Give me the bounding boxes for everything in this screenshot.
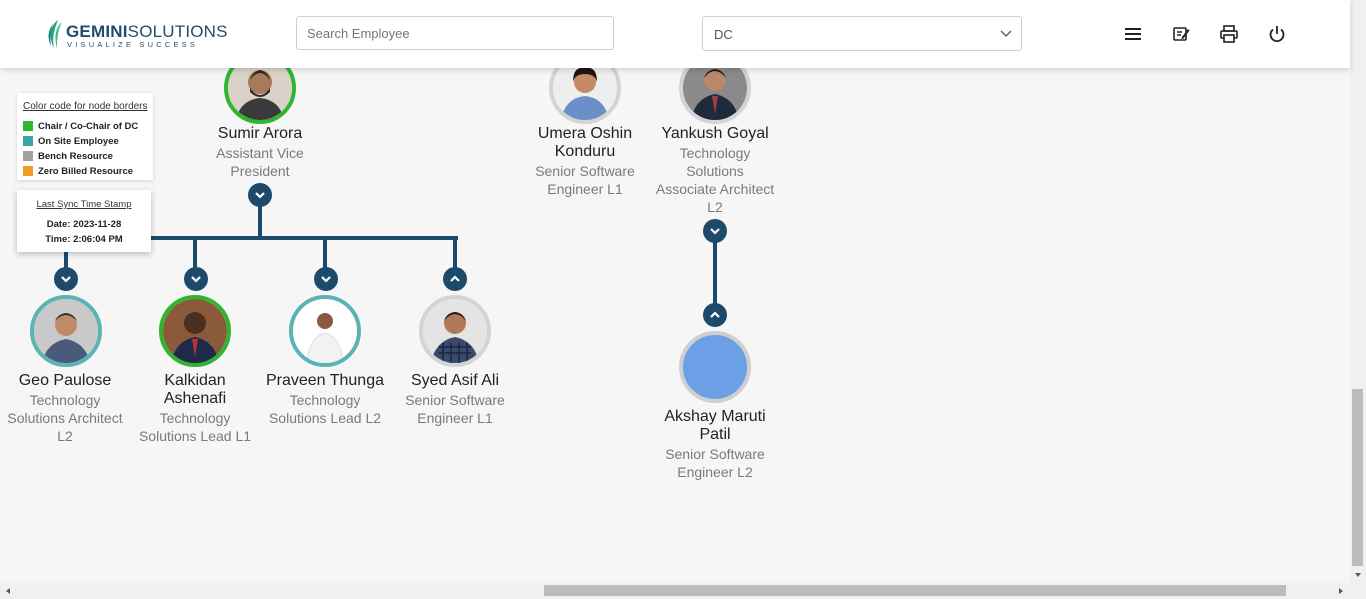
collapse-toggle-akshay[interactable]: [703, 303, 727, 327]
chevron-down-icon: [255, 192, 265, 199]
logo-brand-text: GEMINISOLUTIONS: [66, 22, 228, 41]
scroll-left-arrow-icon[interactable]: [4, 587, 12, 595]
org-chart-canvas[interactable]: Sumir Arora Assistant Vice President Ume…: [0, 52, 1350, 583]
node-title-akshay-line1: Senior Software: [665, 446, 765, 462]
chevron-up-icon: [710, 311, 720, 318]
scroll-down-arrow-icon[interactable]: [1354, 571, 1362, 579]
node-title-kalkidan-line1: Technology: [159, 410, 231, 426]
connector-kalkidan: [193, 236, 197, 268]
department-select[interactable]: DC: [702, 16, 1022, 51]
node-title-yankush-line3: Associate Architect: [655, 181, 775, 197]
node-name-kalkidan-line2: Ashenafi: [163, 390, 227, 407]
legend-item-zero-billed: Zero Billed Resource: [23, 165, 133, 177]
avatar-syed[interactable]: [419, 295, 491, 367]
node-title-geo-line3: L2: [57, 428, 73, 444]
node-title-praveen-line1: Technology: [289, 392, 361, 408]
avatar-akshay[interactable]: [679, 331, 751, 403]
sync-date: Date: 2023-11-28: [46, 219, 122, 230]
horizontal-scrollbar-thumb[interactable]: [544, 585, 1286, 596]
print-icon[interactable]: [1219, 24, 1239, 44]
node-title-yankush-line2: Solutions: [686, 163, 744, 179]
legend-title: Color code for node borders: [23, 101, 148, 112]
node-name-umera-line1: Umera Oshin: [537, 125, 633, 142]
avatar-kalkidan[interactable]: [159, 295, 231, 367]
chevron-down-icon: [710, 228, 720, 235]
top-header: GEMINISOLUTIONS VISUALIZE SUCCESS DC: [0, 0, 1350, 68]
node-name-geo: Geo Paulose: [18, 372, 112, 389]
node-title-akshay-line2: Engineer L2: [677, 464, 753, 480]
legend-item-bench: Bench Resource: [23, 150, 113, 162]
legend-item-onsite: On Site Employee: [23, 135, 119, 147]
node-name-praveen: Praveen Thunga: [265, 372, 384, 389]
node-title-yankush-line4: L2: [707, 199, 723, 215]
node-title-syed-line1: Senior Software: [405, 392, 505, 408]
person-photo-icon: [293, 299, 357, 363]
logo-leaf-icon: [48, 20, 62, 48]
node-name-yankush: Yankush Goyal: [661, 125, 769, 142]
person-photo-icon: [34, 299, 98, 363]
sync-title: Last Sync Time Stamp: [36, 199, 132, 210]
legend-swatch: [23, 151, 33, 161]
node-name-akshay-line1: Akshay Maruti: [664, 408, 766, 425]
node-title-geo-line2: Solutions Architect: [7, 410, 123, 426]
chevron-down-icon: [61, 276, 71, 283]
legend-item-chair: Chair / Co-Chair of DC: [23, 120, 138, 132]
person-photo-icon: [423, 299, 487, 363]
chevron-down-icon: [321, 276, 331, 283]
avatar-praveen[interactable]: [289, 295, 361, 367]
collapse-toggle-sumir[interactable]: [248, 183, 272, 207]
node-name-akshay-line2: Patil: [699, 426, 731, 443]
expand-toggle-geo[interactable]: [54, 267, 78, 291]
scroll-right-arrow-icon[interactable]: [1337, 587, 1345, 595]
node-title-praveen-line2: Solutions Lead L2: [268, 410, 382, 426]
node-name-syed: Syed Asif Ali: [410, 372, 500, 389]
connector-praveen: [323, 236, 327, 268]
sync-time: Time: 2:06:04 PM: [45, 234, 123, 245]
legend-swatch: [23, 136, 33, 146]
collapse-toggle-syed[interactable]: [443, 267, 467, 291]
avatar-geo[interactable]: [30, 295, 102, 367]
expand-toggle-praveen[interactable]: [314, 267, 338, 291]
logo-tagline: VISUALIZE SUCCESS: [67, 40, 199, 49]
power-icon[interactable]: [1267, 24, 1287, 44]
menu-icon[interactable]: [1123, 24, 1143, 44]
vertical-scrollbar-thumb[interactable]: [1352, 389, 1363, 566]
node-title-sumir-line1: Assistant Vice: [216, 145, 304, 161]
node-title-yankush-line1: Technology: [679, 145, 751, 161]
legend-swatch: [23, 166, 33, 176]
node-title-syed-line2: Engineer L1: [417, 410, 493, 426]
collapse-toggle-yankush[interactable]: [703, 219, 727, 243]
connector-sumir-down: [258, 206, 262, 238]
node-title-geo-line1: Technology: [29, 392, 101, 408]
node-title-kalkidan-line2: Solutions Lead L1: [138, 428, 252, 444]
chevron-down-icon: [191, 276, 201, 283]
company-logo[interactable]: GEMINISOLUTIONS VISUALIZE SUCCESS: [46, 16, 228, 52]
chevron-up-icon: [450, 275, 460, 282]
node-title-sumir-line2: President: [230, 163, 290, 179]
node-title-umera-line1: Senior Software: [535, 163, 635, 179]
connector-syed: [453, 236, 457, 268]
node-name-sumir: Sumir Arora: [217, 125, 303, 142]
legend-swatch: [23, 121, 33, 131]
node-title-umera-line2: Engineer L1: [547, 181, 623, 197]
expand-toggle-kalkidan[interactable]: [184, 267, 208, 291]
person-photo-icon: [163, 299, 227, 363]
node-name-umera-line2: Konduru: [554, 143, 616, 160]
last-sync-timestamp-card: Last Sync Time Stamp Date: 2023-11-28 Ti…: [17, 190, 151, 252]
border-color-legend: Color code for node borders Chair / Co-C…: [17, 93, 153, 180]
chevron-down-icon: [1000, 30, 1012, 37]
edit-note-icon[interactable]: [1171, 24, 1191, 44]
search-employee-input[interactable]: [296, 16, 614, 50]
department-select-value: DC: [714, 27, 733, 42]
node-name-kalkidan-line1: Kalkidan: [164, 372, 226, 389]
